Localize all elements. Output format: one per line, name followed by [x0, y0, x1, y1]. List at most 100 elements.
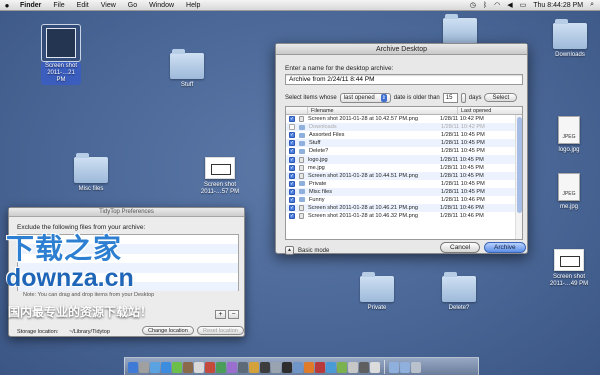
app-dock-icon[interactable] — [326, 362, 336, 373]
timemachine-icon[interactable]: ◷ — [470, 1, 476, 9]
spotlight-icon[interactable]: ⌕ — [590, 1, 594, 9]
archive-name-input[interactable] — [285, 74, 523, 85]
document-icon — [299, 164, 304, 171]
file-checkbox[interactable]: ✓ — [289, 172, 295, 179]
battery-icon[interactable]: ▭ — [520, 1, 527, 9]
disclosure-triangle-icon[interactable]: ▲ — [285, 246, 294, 255]
days-stepper[interactable] — [460, 92, 466, 103]
desktop-icon-delete[interactable]: Delete? — [438, 272, 480, 312]
cancel-button[interactable]: Cancel — [440, 242, 481, 253]
garageband-dock-icon[interactable] — [249, 362, 259, 373]
desktop-icon-me-jpg[interactable]: me.jpg — [551, 173, 587, 211]
file-checkbox[interactable]: ✓ — [289, 116, 295, 123]
address-book-dock-icon[interactable] — [183, 362, 193, 373]
downloads-stack-dock-icon[interactable] — [389, 362, 399, 373]
add-exclusion-button[interactable]: + — [215, 310, 226, 319]
menu-help[interactable]: Help — [180, 2, 206, 9]
file-checkbox[interactable]: ✓ — [289, 205, 295, 212]
file-checkbox[interactable]: ✓ — [289, 156, 295, 163]
file-checkbox[interactable]: ✓ — [289, 213, 295, 220]
table-row[interactable]: ✓ Funny 1/28/11 10:46 PM — [286, 196, 522, 204]
terminal-dock-icon[interactable] — [282, 362, 292, 373]
scrollbar-thumb[interactable] — [517, 117, 522, 213]
xcode-dock-icon[interactable] — [293, 362, 303, 373]
desktop-icon-private[interactable]: Private — [357, 272, 397, 312]
table-row[interactable]: ✓ logo.jpg 1/28/11 10:45 PM — [286, 155, 522, 164]
table-row[interactable]: ✓ Screen shot 2011-01-28 at 10.46.32 PM.p… — [286, 212, 522, 220]
ical-dock-icon[interactable] — [194, 362, 204, 373]
remove-exclusion-button[interactable]: − — [228, 310, 239, 319]
documents-stack-dock-icon[interactable] — [400, 362, 410, 373]
app-dock-icon[interactable] — [315, 362, 325, 373]
change-location-button[interactable]: Change location — [142, 326, 194, 335]
desktop-icon-logo-jpg[interactable]: logo.jpg — [551, 116, 587, 154]
desktop-icon-downloads[interactable]: Downloads — [549, 19, 591, 59]
itunes-dock-icon[interactable] — [216, 362, 226, 373]
archive-button[interactable]: Archive — [484, 242, 526, 253]
desktop-icon-screenshot-selected[interactable]: Screen shot 2011-…21 PM — [41, 24, 81, 85]
time-machine-dock-icon[interactable] — [260, 362, 270, 373]
table-row[interactable]: ✓ Screen shot 2011-01-28 at 10.42.57 PM.p… — [286, 115, 522, 123]
file-checkbox[interactable]: ✓ — [289, 132, 295, 139]
menu-view[interactable]: View — [95, 2, 122, 9]
iphoto-dock-icon[interactable] — [227, 362, 237, 373]
folder-icon — [170, 49, 204, 79]
safari-dock-icon[interactable] — [161, 362, 171, 373]
volume-icon[interactable]: ◀ — [507, 1, 512, 9]
file-checkbox[interactable]: ✓ — [289, 196, 295, 203]
table-row[interactable]: ✓ me.jpg 1/28/11 10:45 PM — [286, 164, 522, 172]
table-row[interactable]: ✓ Screen shot 2011-01-28 at 10.44.51 PM.p… — [286, 171, 522, 180]
days-field[interactable]: 15 — [442, 92, 458, 103]
preview-dock-icon[interactable] — [205, 362, 215, 373]
tidytop-dock-icon[interactable] — [370, 362, 380, 373]
menu-go[interactable]: Go — [122, 2, 143, 9]
file-checkbox[interactable]: ✓ — [289, 148, 295, 155]
desktop-icon-screenshot-57pm[interactable]: Screen shot 2011-…57 PM — [195, 157, 245, 196]
menu-window[interactable]: Window — [143, 2, 180, 9]
bluetooth-icon[interactable]: ᛒ — [483, 2, 487, 9]
select-button[interactable]: Select — [484, 93, 518, 102]
table-row[interactable]: ✓ Misc files 1/28/11 10:45 PM — [286, 187, 522, 196]
desktop-icon-stuff[interactable]: Stuff — [167, 49, 207, 89]
table-row[interactable]: ✓ Assorted Files 1/28/11 10:45 PM — [286, 131, 522, 139]
menu-edit[interactable]: Edit — [71, 2, 95, 9]
table-row[interactable]: ✓ Downloads 1/28/11 10:42 PM — [286, 123, 522, 132]
ichat-dock-icon[interactable] — [172, 362, 182, 373]
menu-app-name[interactable]: Finder — [14, 2, 47, 9]
table-row[interactable]: ✓ Delete? 1/28/11 10:45 PM — [286, 147, 522, 155]
file-name: Delete? — [309, 148, 329, 155]
desktop-icon-screenshot-49pm[interactable]: Screen shot 2011-…49 PM — [543, 249, 595, 288]
app-dock-icon[interactable] — [337, 362, 347, 373]
reset-location-button[interactable]: Reset location — [197, 326, 244, 335]
table-row[interactable]: ✓ Stuff 1/28/11 10:45 PM — [286, 139, 522, 148]
file-checkbox[interactable]: ✓ — [289, 188, 295, 195]
column-last-opened[interactable]: Last opened — [458, 107, 522, 114]
column-checkbox[interactable] — [286, 107, 308, 114]
table-row[interactable]: ✓ Screen shot 2011-01-28 at 10.46.21 PM.p… — [286, 204, 522, 213]
firefox-dock-icon[interactable] — [304, 362, 314, 373]
file-checkbox[interactable]: ✓ — [289, 164, 295, 171]
menu-file[interactable]: File — [47, 2, 70, 9]
finder-dock-icon[interactable] — [128, 362, 138, 373]
desktop-icon-misc-files[interactable]: Misc files — [70, 153, 112, 193]
file-checkbox[interactable]: ✓ — [289, 140, 295, 147]
table-row[interactable]: ✓ Private 1/28/11 10:45 PM — [286, 180, 522, 188]
file-table-scrollbar[interactable] — [515, 115, 522, 239]
wifi-icon[interactable]: ◠ — [494, 1, 500, 9]
file-checkbox[interactable]: ✓ — [289, 124, 295, 131]
mail-dock-icon[interactable] — [150, 362, 160, 373]
screenshot-thumbnail — [554, 249, 584, 271]
file-checkbox[interactable]: ✓ — [289, 180, 295, 187]
system-preferences-dock-icon[interactable] — [271, 362, 281, 373]
column-filename[interactable]: Filename — [308, 107, 458, 114]
dashboard-dock-icon[interactable] — [139, 362, 149, 373]
trash-dock-icon[interactable] — [411, 362, 421, 373]
basic-mode-toggle[interactable]: ▲ Basic mode — [285, 246, 329, 255]
app-dock-icon[interactable] — [348, 362, 358, 373]
date-field-popup[interactable]: last opened ⇕ — [339, 92, 391, 103]
imovie-dock-icon[interactable] — [238, 362, 248, 373]
filter-middle: date is older than — [393, 94, 440, 101]
menu-clock[interactable]: Thu 8:44:28 PM — [533, 2, 583, 9]
apple-menu-icon[interactable]: ● — [0, 1, 14, 10]
app-dock-icon[interactable] — [359, 362, 369, 373]
